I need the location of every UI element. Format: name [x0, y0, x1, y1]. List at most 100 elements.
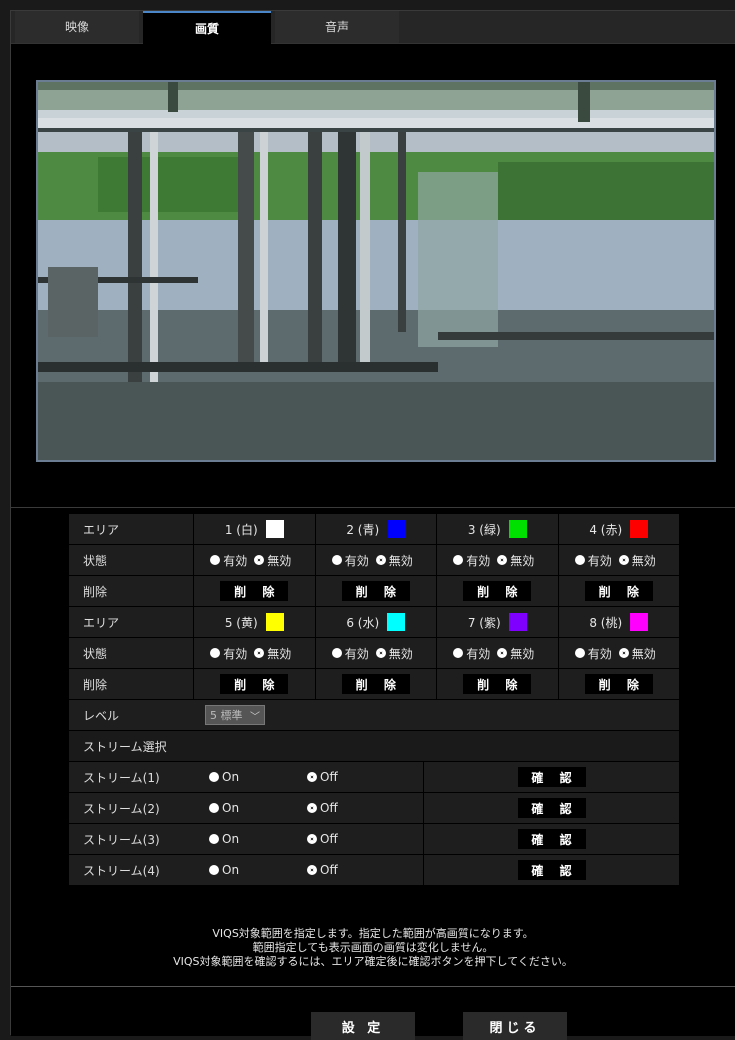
radio-dot-icon: [574, 555, 585, 565]
level-label: レベル: [83, 708, 120, 723]
state-row-1: 状態 有効 無効 有効 無効 有効 無効 有効 無効: [69, 545, 679, 576]
enable-radio[interactable]: 有効: [210, 645, 247, 662]
radio-label: 無効: [631, 553, 656, 568]
enable-radio[interactable]: 有効: [331, 645, 369, 662]
enable-radio[interactable]: 有効: [453, 645, 490, 662]
radio-dot-icon: [331, 648, 342, 658]
confirm-button[interactable]: 確 認: [517, 829, 586, 849]
disable-radio[interactable]: 無効: [497, 645, 534, 662]
stream-label: ストリーム(3): [83, 832, 160, 847]
radio-selected-icon: [307, 864, 317, 875]
delete-cell: 削 除: [436, 576, 558, 606]
state-label: 状態: [83, 646, 108, 661]
stream-row: ストリーム(3) On Off 確 認: [69, 824, 679, 855]
delete-cell: 削 除: [193, 669, 315, 699]
area-color-swatch: [265, 613, 284, 631]
enable-radio[interactable]: 有効: [574, 552, 612, 569]
area-name: 6 (水): [346, 615, 380, 630]
stream-on-radio[interactable]: On: [209, 801, 239, 815]
state-cell: 有効 無効: [314, 545, 437, 575]
radio-dot-icon: [209, 771, 219, 782]
stream-off-radio[interactable]: Off: [307, 770, 338, 784]
enable-radio[interactable]: 有効: [331, 552, 369, 569]
area-8: 8 (桃): [557, 607, 680, 637]
radio-selected-icon: [497, 648, 508, 658]
delete-cell: 削 除: [557, 576, 680, 606]
radio-label: Off: [320, 862, 338, 877]
tab-audio[interactable]: 音声: [275, 11, 399, 43]
stream-off-radio[interactable]: Off: [307, 832, 338, 846]
delete-button[interactable]: 削 除: [341, 581, 410, 601]
disable-radio[interactable]: 無効: [375, 645, 413, 662]
area-label: エリア: [83, 615, 120, 630]
level-select[interactable]: 5 標準 ﹀: [205, 705, 265, 725]
close-button[interactable]: 閉じる: [463, 1012, 567, 1040]
note-line: VIQS対象範囲を指定します。指定した範囲が高画質になります。: [212, 927, 534, 940]
set-button[interactable]: 設 定: [311, 1012, 415, 1040]
area-4: 4 (赤): [557, 514, 680, 544]
disable-radio[interactable]: 無効: [254, 552, 291, 569]
disable-radio[interactable]: 無効: [618, 645, 656, 662]
delete-button[interactable]: 削 除: [341, 674, 410, 694]
stream-on-radio[interactable]: On: [209, 770, 239, 784]
radio-dot-icon: [209, 864, 219, 875]
delete-button[interactable]: 削 除: [584, 581, 653, 601]
enable-radio[interactable]: 有効: [453, 552, 490, 569]
radio-label: 有効: [466, 646, 491, 661]
area-name: 8 (桃): [589, 615, 623, 630]
delete-cell: 削 除: [193, 576, 315, 606]
delete-button[interactable]: 削 除: [220, 581, 289, 601]
delete-button[interactable]: 削 除: [463, 581, 532, 601]
confirm-button[interactable]: 確 認: [517, 767, 586, 787]
radio-label: 無効: [510, 553, 535, 568]
radio-dot-icon: [210, 648, 221, 658]
delete-row-2: 削除 削 除 削 除 削 除 削 除: [69, 669, 679, 700]
disable-radio[interactable]: 無効: [375, 552, 413, 569]
confirm-button[interactable]: 確 認: [517, 860, 586, 880]
disable-radio[interactable]: 無効: [254, 645, 291, 662]
radio-label: 無効: [267, 646, 292, 661]
stream-off-radio[interactable]: Off: [307, 863, 338, 877]
disable-radio[interactable]: 無効: [618, 552, 656, 569]
area-color-swatch: [630, 613, 649, 631]
stream-off-radio[interactable]: Off: [307, 801, 338, 815]
confirm-button[interactable]: 確 認: [517, 798, 586, 818]
radio-label: Off: [320, 800, 338, 815]
level-value: 5 標準: [210, 709, 243, 722]
state-cell: 有効 無効: [193, 545, 315, 575]
stream-label: ストリーム(2): [83, 801, 160, 816]
tab-image-quality[interactable]: 画質: [143, 11, 271, 44]
enable-radio[interactable]: 有効: [574, 645, 612, 662]
radio-dot-icon: [209, 833, 219, 844]
radio-dot-icon: [210, 555, 221, 565]
area-color-swatch: [508, 613, 527, 631]
footer-bar: 設 定 閉じる: [11, 996, 735, 1040]
stream-on-radio[interactable]: On: [209, 863, 239, 877]
delete-label: 削除: [83, 584, 108, 599]
radio-selected-icon: [618, 555, 629, 565]
enable-radio[interactable]: 有効: [210, 552, 247, 569]
state-label: 状態: [83, 553, 108, 568]
radio-label: 無効: [388, 553, 413, 568]
delete-button[interactable]: 削 除: [584, 674, 653, 694]
tab-video[interactable]: 映像: [15, 11, 139, 43]
area-color-swatch: [630, 520, 649, 538]
stream-row: ストリーム(2) On Off 確 認: [69, 793, 679, 824]
stream-row: ストリーム(1) On Off 確 認: [69, 762, 679, 793]
stream-on-radio[interactable]: On: [209, 832, 239, 846]
stream-label: ストリーム(4): [83, 863, 160, 878]
state-cell: 有効 無効: [557, 545, 680, 575]
radio-selected-icon: [375, 648, 386, 658]
radio-label: 有効: [587, 553, 612, 568]
area-row-2: エリア 5 (黄) 6 (水) 7 (紫) 8 (桃): [69, 607, 679, 638]
delete-button[interactable]: 削 除: [220, 674, 289, 694]
state-cell: 有効 無効: [193, 638, 315, 668]
delete-cell: 削 除: [436, 669, 558, 699]
area-color-swatch: [387, 520, 406, 538]
radio-label: 有効: [223, 646, 248, 661]
radio-dot-icon: [453, 555, 464, 565]
disable-radio[interactable]: 無効: [497, 552, 534, 569]
delete-button[interactable]: 削 除: [463, 674, 532, 694]
camera-preview[interactable]: [36, 80, 716, 462]
radio-label: 有効: [466, 553, 491, 568]
